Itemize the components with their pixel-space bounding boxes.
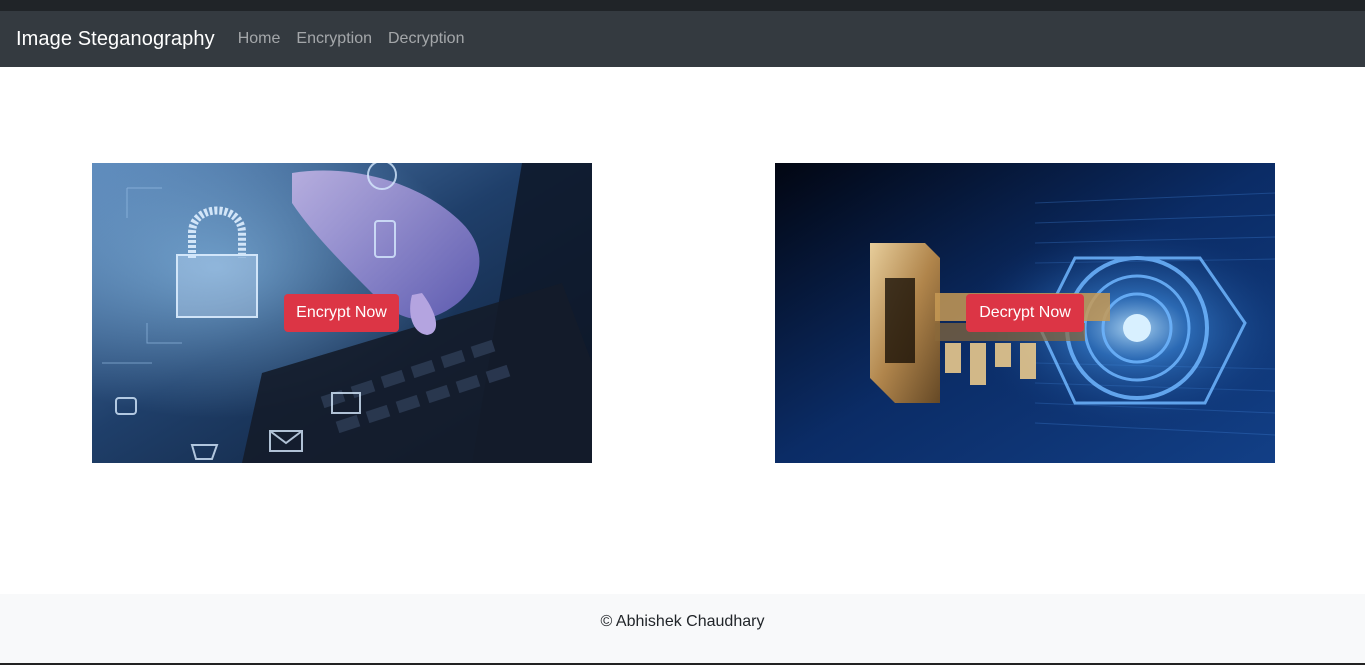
decrypt-now-button[interactable]: Decrypt Now [966, 294, 1084, 332]
footer-copyright: © Abhishek Chaudhary [600, 613, 765, 630]
footer: © Abhishek Chaudhary [0, 594, 1365, 663]
navbar: Image Steganography Home Encryption Decr… [0, 11, 1365, 67]
decrypt-card: Decrypt Now [775, 163, 1275, 463]
nav-link-decryption[interactable]: Decryption [388, 30, 464, 48]
navbar-brand[interactable]: Image Steganography [16, 28, 215, 51]
window-top-strip [0, 0, 1365, 11]
nav-link-home[interactable]: Home [238, 30, 281, 48]
encrypt-now-button[interactable]: Encrypt Now [284, 294, 399, 332]
nav-link-encryption[interactable]: Encryption [296, 30, 372, 48]
encrypt-card: Encrypt Now [92, 163, 592, 463]
